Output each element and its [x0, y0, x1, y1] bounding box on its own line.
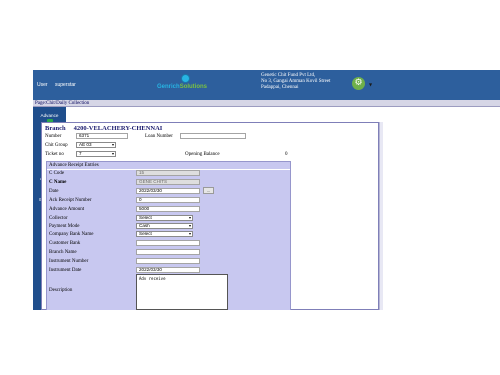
description-textarea[interactable]: Adv receive — [136, 274, 228, 310]
chevron-down-icon: ▾ — [188, 231, 191, 236]
ticket-no-label: Ticket no — [45, 152, 64, 157]
user-label: User — [37, 82, 48, 88]
description-label: Description — [49, 288, 73, 293]
receipt-title: Advance Receipt Entries — [49, 163, 99, 168]
ack-receipt-field[interactable]: 0 — [136, 197, 200, 203]
chit-group-select[interactable]: AE 03 ▾ — [76, 142, 116, 148]
branch-value: 4200-VELACHERY-CHENNAI — [73, 125, 163, 132]
payment-mode-label: Payment Mode — [49, 224, 80, 229]
number-field[interactable]: 6371 — [76, 133, 128, 139]
chevron-down-icon: ▾ — [188, 223, 191, 228]
collector-select[interactable]: Select ▾ — [136, 215, 193, 221]
customer-bank-field[interactable] — [136, 240, 200, 246]
date-picker-button[interactable]: ... — [203, 187, 214, 194]
company-logo: GenrichSolutions — [157, 74, 217, 96]
company-city: Padappai, Chennai — [261, 85, 299, 90]
advance-receipt-box: Advance Receipt Entries C Code 15 C Name… — [46, 161, 291, 310]
date-label: Date — [49, 189, 59, 194]
gear-icon: ⚙ — [354, 78, 363, 88]
settings-gear-button[interactable]: ⚙ — [352, 77, 365, 90]
breadcrumb: Page:Chit/Daily Collection — [35, 101, 90, 106]
advance-amount-label: Advance Amount — [49, 207, 85, 212]
chit-group-label: Chit Group — [45, 143, 68, 148]
instrument-date-label: Instrument Date — [49, 268, 82, 273]
payment-mode-select[interactable]: Cash ▾ — [136, 223, 193, 229]
dropdown-arrow-icon[interactable]: ▼ — [369, 82, 372, 87]
instrument-number-field[interactable] — [136, 258, 200, 264]
loan-number-field[interactable] — [180, 133, 246, 139]
company-bank-select[interactable]: Select ▾ — [136, 231, 193, 237]
branch-name-field[interactable] — [136, 249, 200, 255]
opening-balance-label: Opening Balance — [185, 152, 220, 157]
top-header: User superstar GenrichSolutions Genetic … — [33, 70, 500, 100]
c-code-label: C Code — [49, 171, 65, 176]
collection-form-panel: Branch 4200-VELACHERY-CHENNAI Number 6371… — [41, 122, 379, 310]
company-address: Genetic Chit Fund Pvt Ltd, No 3, Gangai … — [261, 73, 330, 91]
c-name-field[interactable]: GENE CHITS — [136, 179, 200, 185]
chevron-down-icon: ▾ — [111, 151, 114, 156]
user-name: superstar — [54, 82, 76, 88]
loan-number-label: Loan Number — [145, 134, 173, 139]
branch-label: Branch — [45, 125, 66, 132]
user-info: User superstar — [37, 82, 82, 88]
breadcrumb-bar: Page:Chit/Daily Collection — [33, 100, 500, 107]
collector-label: Collector — [49, 216, 68, 221]
opening-balance-value: 0 — [285, 152, 288, 157]
globe-icon — [181, 74, 190, 83]
ack-receipt-label: Ack Receipt Number — [49, 198, 92, 203]
chevron-down-icon: ▾ — [188, 215, 191, 220]
date-field[interactable]: 2022/03/30 — [136, 188, 200, 194]
customer-bank-label: Customer Bank — [49, 241, 81, 246]
c-name-label: C Name — [49, 180, 67, 185]
logo-text: GenrichSolutions — [157, 84, 208, 90]
instrument-number-label: Instrument Number — [49, 259, 89, 264]
c-code-field[interactable]: 15 — [136, 170, 200, 176]
screenshot-frame: Master Transaction Advance Terminal SMS … — [0, 0, 500, 375]
company-bank-label: Company Bank Name — [49, 232, 94, 237]
instrument-date-field[interactable]: 2022/03/30 — [136, 267, 200, 273]
panel-scrollbar[interactable] — [379, 122, 383, 310]
chevron-down-icon: ▾ — [111, 142, 114, 147]
app-window: Master Transaction Advance Terminal SMS … — [33, 70, 500, 310]
number-label: Number — [45, 134, 62, 139]
branch-title: Branch 4200-VELACHERY-CHENNAI — [45, 125, 170, 132]
branch-name-label: Branch Name — [49, 250, 77, 255]
ticket-no-select[interactable]: 7 ▾ — [76, 151, 116, 157]
advance-amount-field[interactable]: 5000 — [136, 206, 200, 212]
sidebar-item-label: Advance — [40, 113, 59, 118]
